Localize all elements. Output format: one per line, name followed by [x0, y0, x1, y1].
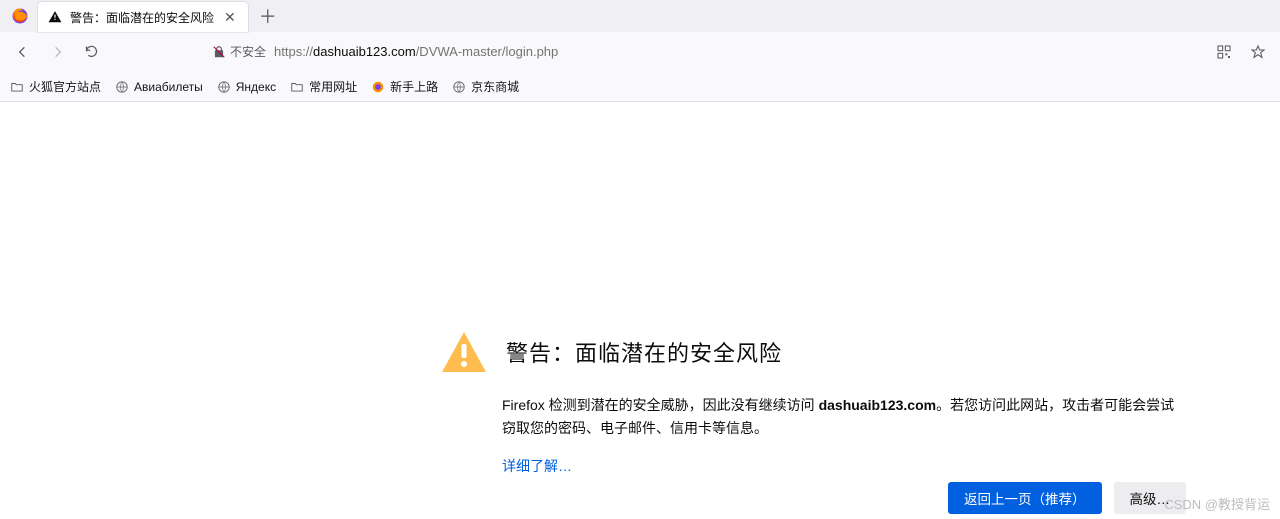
warning-icon: [48, 10, 62, 24]
bookmark-item[interactable]: 京东商城: [452, 78, 519, 95]
globe-icon: [115, 80, 129, 94]
active-tab[interactable]: 警告：面临潜在的安全风险 ✕: [38, 2, 248, 32]
bookmark-item[interactable]: Яндекс: [217, 80, 276, 94]
bookmark-item[interactable]: 新手上路: [371, 78, 438, 95]
learn-more-link[interactable]: 详细了解…: [502, 458, 572, 474]
bookmark-label: Авиабилеты: [134, 80, 203, 94]
forward-button[interactable]: [42, 37, 72, 67]
security-label: 不安全: [230, 43, 266, 60]
firefox-icon: [8, 4, 32, 28]
bookmark-label: 火狐官方站点: [29, 78, 101, 95]
bookmark-item[interactable]: 常用网址: [290, 78, 357, 95]
bookmark-item[interactable]: Авиабилеты: [115, 80, 203, 94]
close-icon[interactable]: ✕: [222, 8, 238, 26]
url-text: https://dashuaib123.com/DVWA-master/logi…: [274, 44, 558, 59]
tab-strip: 警告：面临潜在的安全风险 ✕ ＋: [0, 0, 1280, 32]
globe-icon: [217, 80, 231, 94]
bookmarks-bar: 火狐官方站点 Авиабилеты Яндекс 常用网址 新手上路 京东商城: [0, 72, 1280, 102]
security-warning: 警告：面临潜在的安全风险 Firefox 检测到潜在的安全威胁，因此没有继续访问…: [440, 330, 1186, 476]
address-bar[interactable]: 不安全 https://dashuaib123.com/DVWA-master/…: [204, 37, 964, 67]
security-chip[interactable]: 不安全: [212, 43, 266, 60]
warning-triangle-icon: [440, 330, 488, 374]
bookmark-label: 常用网址: [309, 78, 357, 95]
tab-title: 警告：面临潜在的安全风险: [70, 9, 214, 26]
watermark: CSDN @教授背运: [1164, 494, 1270, 513]
bookmark-item[interactable]: 火狐官方站点: [10, 78, 101, 95]
go-back-button[interactable]: 返回上一页（推荐）: [948, 482, 1102, 514]
nav-bar: 不安全 https://dashuaib123.com/DVWA-master/…: [0, 32, 1280, 72]
qr-icon[interactable]: [1210, 38, 1238, 66]
folder-icon: [10, 80, 24, 94]
globe-icon: [452, 80, 466, 94]
firefox-small-icon: [371, 80, 385, 94]
page-content: 警告：面临潜在的安全风险 Firefox 检测到潜在的安全威胁，因此没有继续访问…: [0, 102, 1280, 519]
back-button[interactable]: [8, 37, 38, 67]
bookmark-star-icon[interactable]: [1244, 38, 1272, 66]
reload-button[interactable]: [76, 37, 106, 67]
lock-slash-icon: [212, 45, 226, 59]
bookmark-label: 京东商城: [471, 78, 519, 95]
bookmark-label: 新手上路: [390, 78, 438, 95]
bookmark-label: Яндекс: [236, 80, 276, 94]
warning-title: 警告：面临潜在的安全风险: [506, 336, 782, 368]
warning-body: Firefox 检测到潜在的安全威胁，因此没有继续访问 dashuaib123.…: [502, 394, 1186, 440]
folder-icon: [290, 80, 304, 94]
new-tab-button[interactable]: ＋: [254, 3, 282, 31]
